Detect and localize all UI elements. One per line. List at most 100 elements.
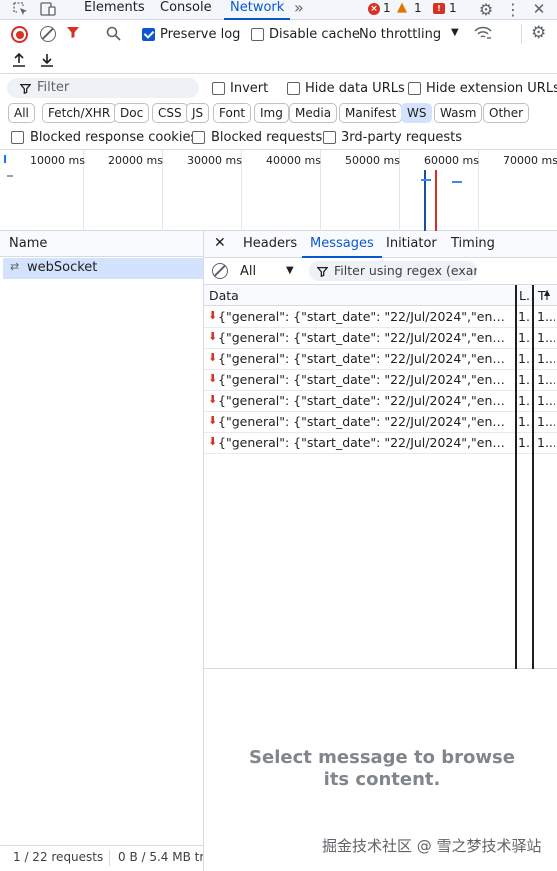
timeline-label: 70000 ms xyxy=(503,154,557,167)
error-icon[interactable]: × xyxy=(368,3,380,15)
message-type-select[interactable]: All xyxy=(240,264,256,279)
tab-initiator[interactable]: Initiator xyxy=(386,236,437,251)
type-filter-wasm[interactable]: Wasm xyxy=(434,103,483,123)
message-row[interactable]: ⬇ {"general": {"start_date": "22/Jul/2024… xyxy=(204,412,557,433)
hide-extension-urls-checkbox[interactable] xyxy=(408,82,421,95)
message-type-dropdown-icon[interactable]: ▼ xyxy=(286,265,294,276)
request-count: 1 / 22 requests xyxy=(13,850,104,864)
message-data: {"general": {"start_date": "22/Jul/2024"… xyxy=(218,435,512,450)
blocked-response-cookies-label: Blocked response cookies xyxy=(30,130,198,145)
type-filter-other[interactable]: Other xyxy=(483,103,530,123)
overview-timeline[interactable]: 10000 ms 20000 ms 30000 ms 40000 ms 5000… xyxy=(0,149,557,232)
messages-toolbar: All ▼ Filter using regex (examp xyxy=(204,258,557,285)
third-party-requests-label: 3rd-party requests xyxy=(341,130,463,145)
type-filter-manifest[interactable]: Manifest xyxy=(339,103,403,123)
hide-data-urls-checkbox[interactable] xyxy=(287,82,300,95)
tab-messages[interactable]: Messages xyxy=(302,231,382,258)
timeline-label: 50000 ms xyxy=(345,154,400,167)
network-settings-gear-icon[interactable]: ⚙ xyxy=(531,23,546,43)
message-length: 1.. xyxy=(518,414,530,429)
type-filter-fetch-xhr[interactable]: Fetch/XHR xyxy=(42,103,117,123)
throttling-select[interactable]: No throttling xyxy=(359,27,441,42)
type-filter-ws[interactable]: WS xyxy=(401,103,433,123)
filter-input[interactable]: Filter xyxy=(7,78,199,98)
timeline-start-marker xyxy=(4,155,6,163)
filter-funnel-icon[interactable] xyxy=(66,24,80,44)
message-row[interactable]: ⬇ {"general": {"start_date": "22/Jul/2024… xyxy=(204,328,557,349)
chevrons-right-icon[interactable]: » xyxy=(294,0,304,17)
request-list-panel: Name ⇄ webSocket 1 / 22 requests 0 B / 5… xyxy=(0,231,204,871)
type-filter-js[interactable]: JS xyxy=(186,103,210,123)
settings-gear-icon[interactable]: ⚙ xyxy=(477,0,495,19)
tab-timing[interactable]: Timing xyxy=(451,236,495,251)
type-filter-css[interactable]: CSS xyxy=(152,103,188,123)
hide-extension-urls-label: Hide extension URLs xyxy=(426,81,557,96)
timeline-request-bar xyxy=(452,181,462,183)
more-options-icon[interactable]: ⋮ xyxy=(505,0,521,19)
timeline-label: 40000 ms xyxy=(266,154,321,167)
received-arrow-icon: ⬇ xyxy=(208,414,218,427)
devtools-tab-bar: Elements Console Network » × 1 ▲ 1 ! 1 ⚙… xyxy=(0,0,557,20)
import-har-icon[interactable] xyxy=(12,52,26,70)
export-har-icon[interactable] xyxy=(40,52,54,70)
column-divider xyxy=(532,285,534,669)
request-row-websocket[interactable]: ⇄ webSocket xyxy=(3,258,203,279)
network-conditions-wifi-icon[interactable] xyxy=(474,25,492,44)
length-column-header[interactable]: L. xyxy=(519,288,530,303)
invert-checkbox[interactable] xyxy=(212,82,225,95)
data-column-header[interactable]: Data xyxy=(209,288,239,303)
message-row[interactable]: ⬇ {"general": {"start_date": "22/Jul/2024… xyxy=(204,307,557,328)
blocked-requests-checkbox[interactable] xyxy=(192,131,205,144)
name-column-header[interactable]: Name xyxy=(0,231,203,257)
timeline-request-bar xyxy=(421,179,431,181)
message-row[interactable]: ⬇ {"general": {"start_date": "22/Jul/2024… xyxy=(204,391,557,412)
issues-icon[interactable]: ! xyxy=(433,3,445,14)
websocket-icon: ⇄ xyxy=(10,260,20,273)
message-row[interactable]: ⬇ {"general": {"start_date": "22/Jul/2024… xyxy=(204,349,557,370)
tab-headers[interactable]: Headers xyxy=(243,236,297,251)
message-row[interactable]: ⬇ {"general": {"start_date": "22/Jul/2024… xyxy=(204,370,557,391)
throttling-dropdown-icon[interactable]: ▼ xyxy=(451,27,459,38)
type-filter-media[interactable]: Media xyxy=(289,103,338,123)
message-data: {"general": {"start_date": "22/Jul/2024"… xyxy=(218,372,512,387)
type-filter-doc[interactable]: Doc xyxy=(114,103,150,123)
column-divider xyxy=(515,285,517,669)
clear-log-icon[interactable] xyxy=(40,26,56,42)
message-time: 1... xyxy=(537,414,555,429)
preserve-log-checkbox[interactable] xyxy=(142,28,155,41)
third-party-requests-checkbox[interactable] xyxy=(323,131,336,144)
close-devtools-icon[interactable]: ✕ xyxy=(531,0,547,18)
warning-icon[interactable]: ▲ xyxy=(397,0,407,15)
sort-ascending-icon[interactable]: ▲ xyxy=(544,288,550,297)
record-stop-icon[interactable] xyxy=(11,26,28,43)
tab-console[interactable]: Console xyxy=(160,0,212,20)
messages-grid: Data L. Ti ▲ ⬇ {"general": {"start_date":… xyxy=(204,285,557,669)
message-length: 1.. xyxy=(518,435,530,450)
message-time: 1... xyxy=(537,393,555,408)
regex-filter-input[interactable]: Filter using regex (examp xyxy=(309,261,477,281)
device-toolbar-icon[interactable] xyxy=(39,1,57,17)
clear-messages-icon[interactable] xyxy=(212,263,228,279)
hide-data-urls-label: Hide data URLs xyxy=(305,81,405,96)
tab-network[interactable]: Network xyxy=(224,0,291,20)
blocked-response-cookies-checkbox[interactable] xyxy=(11,131,24,144)
type-filter-all[interactable]: All xyxy=(8,103,35,123)
message-time: 1... xyxy=(537,330,555,345)
message-length: 1.. xyxy=(518,393,530,408)
message-time: 1... xyxy=(537,351,555,366)
search-icon[interactable] xyxy=(106,26,121,44)
message-row[interactable]: ⬇ {"general": {"start_date": "22/Jul/2024… xyxy=(204,433,557,454)
warning-count: 1 xyxy=(414,1,422,15)
tab-elements[interactable]: Elements xyxy=(84,0,145,20)
type-filter-img[interactable]: Img xyxy=(254,103,289,123)
timeline-label: 60000 ms xyxy=(424,154,479,167)
disable-cache-checkbox[interactable] xyxy=(251,28,264,41)
message-length: 1.. xyxy=(518,372,530,387)
empty-message-placeholder: Select message to browse its content. xyxy=(249,747,515,790)
close-detail-icon[interactable]: ✕ xyxy=(214,235,226,251)
detail-tab-bar: ✕ Headers Messages Initiator Timing xyxy=(204,231,557,258)
type-filter-font[interactable]: Font xyxy=(213,103,252,123)
inspect-element-icon[interactable] xyxy=(12,1,30,17)
filter-icon xyxy=(20,83,31,94)
received-arrow-icon: ⬇ xyxy=(208,393,218,406)
